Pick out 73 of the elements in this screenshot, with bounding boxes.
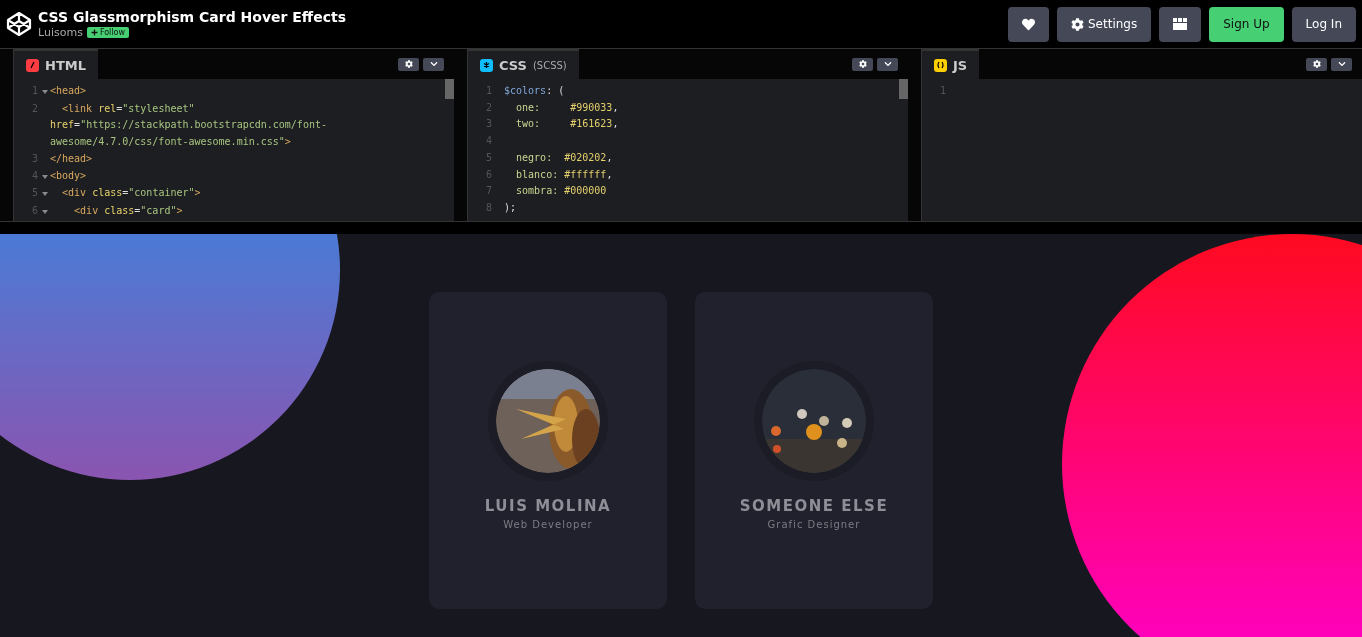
follow-button[interactable]: Follow [86, 27, 129, 38]
fold-icon[interactable] [42, 209, 48, 214]
code-line: <body> [50, 168, 87, 183]
layout-icon [1173, 18, 1188, 30]
line-number: 2 [484, 100, 493, 115]
settings-button[interactable]: Settings [1057, 6, 1152, 42]
chevron-down-icon [883, 60, 892, 68]
code-line: two: #161623, [515, 117, 619, 132]
code-line: one: #990033, [515, 100, 619, 115]
code-line: negro: #020202, [515, 150, 613, 165]
line-number: 2 [30, 101, 39, 116]
preprocessor-label: (SCSS) [532, 59, 567, 71]
gear-icon [858, 60, 867, 68]
line-number: 4 [484, 134, 493, 149]
like-button[interactable] [1008, 6, 1049, 42]
line-number: 4 [30, 168, 39, 183]
css-badge-icon [480, 58, 493, 72]
code-line: <div class="card"> [73, 203, 183, 218]
editor-settings-button[interactable] [1306, 57, 1327, 71]
logo-icon [6, 11, 32, 37]
editor-menu-button[interactable] [1331, 57, 1352, 71]
editor-tab[interactable]: HTML [14, 49, 98, 79]
fold-icon[interactable] [42, 90, 48, 94]
code-line: blanco: #ffffff, [515, 167, 613, 182]
code-editor-panel[interactable]: JS 1 [922, 49, 1362, 221]
code-line: sombra: #000000 [515, 184, 607, 199]
sign-up-button[interactable]: Sign Up [1209, 6, 1284, 42]
settings-icon [1071, 17, 1084, 31]
editor-settings-button[interactable] [852, 57, 873, 71]
heart-icon [1022, 17, 1035, 31]
line-number: 7 [484, 184, 493, 199]
scrollbar-thumb[interactable] [445, 79, 454, 99]
layout-button[interactable] [1159, 6, 1202, 42]
plus-icon [90, 29, 98, 36]
line-number: 5 [484, 150, 493, 165]
code-line: </head> [50, 151, 93, 166]
line-number: 1 [30, 84, 39, 98]
editor-tab[interactable]: JS [922, 49, 980, 79]
line-number: 1 [484, 84, 493, 98]
line-number: 8 [484, 200, 493, 215]
chevron-down-icon [429, 60, 438, 68]
log-in-button[interactable]: Log In [1291, 6, 1356, 42]
code-line: <head> [50, 84, 87, 98]
js-badge-icon [934, 58, 947, 72]
html-badge-icon [26, 58, 39, 72]
profile-role: Web Developer [503, 519, 593, 530]
line-number: 1 [938, 84, 947, 98]
profile-card[interactable]: SOMEONE ELSE Grafic Designer [695, 292, 933, 609]
code-line: ); [504, 200, 517, 215]
author-link[interactable]: Luisoms [38, 26, 83, 39]
fold-icon[interactable] [42, 192, 48, 197]
profile-card[interactable]: LUIS MOLINA Web Developer [429, 292, 667, 609]
editor-menu-button[interactable] [423, 57, 444, 71]
gear-icon [404, 60, 413, 68]
code-line: $colors: ( [504, 84, 565, 98]
code-line: href="https://stackpath.bootstrapcdn.com/font- [50, 118, 327, 133]
profile-name: LUIS MOLINA [484, 497, 612, 515]
pen-title: CSS Glassmorphism Card Hover Effects [38, 9, 347, 25]
profile-name: SOMEONE ELSE [739, 497, 889, 515]
editor-tab[interactable]: CSS (SCSS) [468, 49, 579, 79]
chevron-down-icon [1337, 60, 1346, 68]
fold-icon[interactable] [42, 174, 48, 179]
profile-role: Grafic Designer [767, 519, 861, 530]
line-number: 3 [484, 117, 493, 132]
gear-icon [1312, 60, 1321, 68]
line-number: 5 [30, 186, 39, 201]
editor-settings-button[interactable] [398, 57, 419, 71]
code-line: awesome/4.7.0/css/font-awesome.min.css"> [50, 135, 291, 150]
code-line: <link rel="stylesheet" [61, 101, 195, 116]
scrollbar-thumb[interactable] [899, 79, 908, 99]
line-number: 3 [30, 151, 39, 166]
code-line: <div class="container"> [61, 186, 201, 201]
editor-menu-button[interactable] [877, 57, 898, 71]
